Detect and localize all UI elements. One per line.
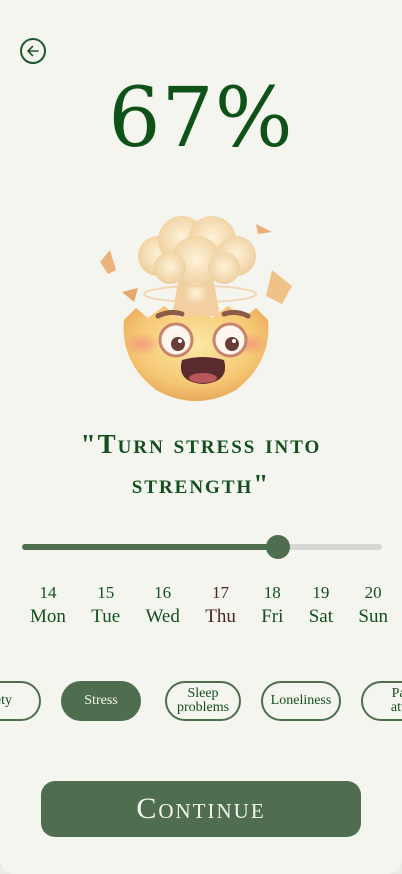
day-tue[interactable]: 15 Tue (91, 582, 120, 630)
day-name: Tue (91, 606, 121, 627)
day-name: Sun (358, 606, 388, 627)
chip-loneliness[interactable]: Loneliness (261, 681, 341, 721)
day-sat[interactable]: 19 Sat (309, 582, 333, 630)
chip-sleep-problems[interactable]: Sleep problems (165, 681, 241, 721)
day-number: 16 (154, 583, 172, 602)
slider-thumb[interactable] (265, 535, 290, 559)
day-sun[interactable]: 20 Sun (358, 582, 388, 630)
chip-par-atta[interactable]: Par atta (361, 681, 402, 721)
arrow-left-icon (27, 45, 39, 57)
day-number: 14 (39, 583, 57, 602)
day-mon[interactable]: 14 Mon (30, 582, 66, 630)
slider-fill (22, 544, 278, 550)
chip-iety[interactable]: iety (0, 681, 41, 721)
day-number: 18 (263, 583, 281, 602)
progress-slider[interactable] (22, 533, 382, 561)
day-name: Mon (30, 606, 66, 627)
week-days: 14 Mon 15 Tue 16 Wed 17 Thu 18 Fri 19 Sat 20 Sun (30, 582, 388, 630)
screen: 67% "Turn stress into strength" 14 Mon 1… (0, 0, 402, 874)
day-name: Wed (145, 606, 180, 627)
day-fri[interactable]: 18 Fri (261, 582, 283, 630)
exploding-head-icon (100, 216, 292, 401)
day-number: 15 (97, 583, 115, 602)
day-thu[interactable]: 17 Thu (205, 582, 236, 630)
motivational-quote: "Turn stress into strength" (80, 429, 322, 499)
day-name: Sat (308, 606, 334, 627)
back-button[interactable] (20, 38, 46, 64)
day-number: 17 (212, 583, 230, 602)
progress-percent: 67% (108, 71, 294, 166)
topic-chips: iety Stress Sleep problems Loneliness Par at… (0, 681, 402, 721)
day-wed[interactable]: 16 Wed (146, 582, 180, 630)
chip-stress[interactable]: Stress (61, 681, 141, 721)
day-name: Fri (261, 606, 284, 627)
day-name: Thu (205, 606, 236, 627)
day-number: 19 (312, 583, 330, 602)
day-number: 20 (364, 583, 382, 602)
continue-button[interactable]: Continue (41, 781, 361, 837)
